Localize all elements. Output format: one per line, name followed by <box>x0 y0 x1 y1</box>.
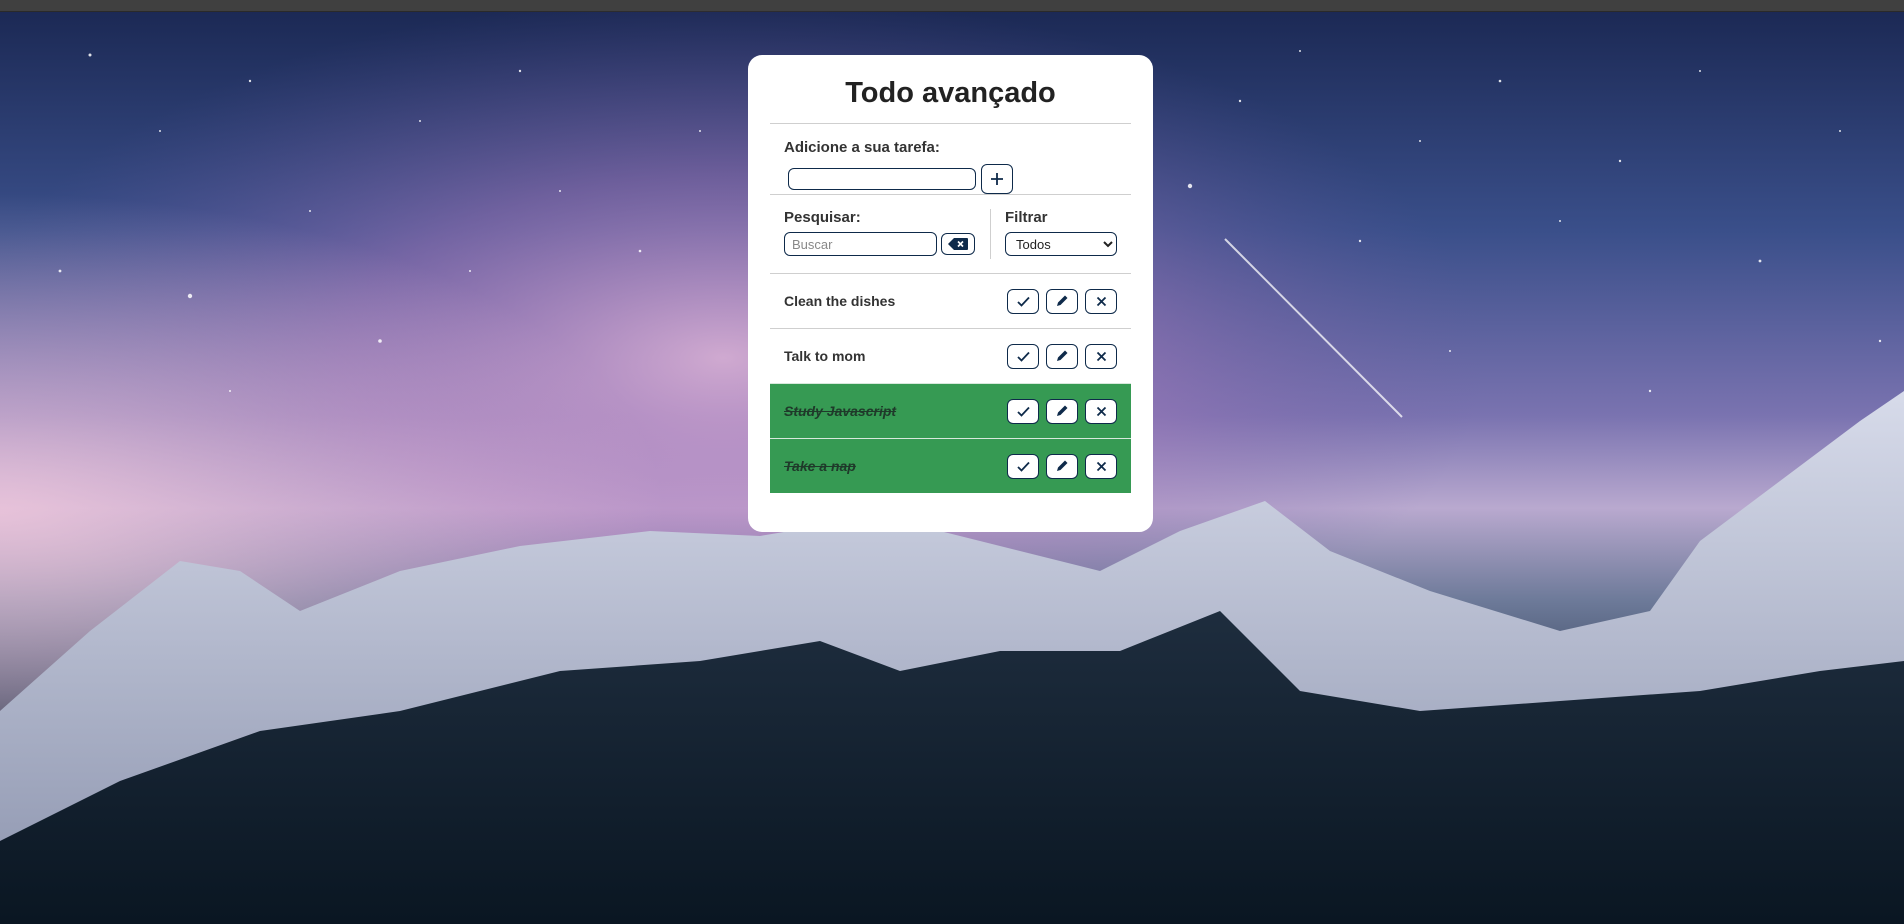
add-task-button[interactable] <box>981 164 1013 194</box>
todo-actions <box>1007 453 1117 479</box>
plus-icon <box>990 172 1004 186</box>
remove-todo-button[interactable] <box>1085 343 1117 369</box>
check-icon <box>1016 406 1030 417</box>
todo-list: Clean the dishes Talk to mom Study Javas… <box>770 273 1131 493</box>
todo-title: Talk to mom <box>784 348 866 364</box>
todo-title: Clean the dishes <box>784 293 896 309</box>
search-input[interactable] <box>784 232 937 256</box>
page: Todo avançado Adicione a sua tarefa: Pes… <box>0 0 1904 924</box>
todo-actions <box>1007 398 1117 424</box>
todo-actions <box>1007 343 1117 369</box>
finish-todo-button[interactable] <box>1007 343 1039 369</box>
edit-todo-button[interactable] <box>1046 398 1078 424</box>
todo-item-done: Study Javascript <box>770 383 1131 438</box>
edit-todo-button[interactable] <box>1046 288 1078 314</box>
add-task-row <box>784 164 1117 194</box>
add-task-label: Adicione a sua tarefa: <box>784 139 940 156</box>
search-label: Pesquisar: <box>784 209 861 226</box>
filter-label: Filtrar <box>1005 209 1048 226</box>
filter-section: Filtrar Todos <box>991 209 1117 273</box>
close-icon <box>1096 351 1107 362</box>
check-icon <box>1016 461 1030 472</box>
search-section: Pesquisar: <box>784 209 991 259</box>
remove-todo-button[interactable] <box>1085 288 1117 314</box>
todo-actions <box>1007 288 1117 314</box>
check-icon <box>1016 351 1030 362</box>
edit-todo-button[interactable] <box>1046 343 1078 369</box>
todo-title: Take a nap <box>784 458 856 474</box>
add-task-form: Adicione a sua tarefa: <box>770 124 1131 194</box>
clear-search-button[interactable] <box>941 233 975 255</box>
pen-icon <box>1055 404 1069 418</box>
pen-icon <box>1055 459 1069 473</box>
todo-item-done: Take a nap <box>770 438 1131 493</box>
app-title: Todo avançado <box>845 77 1056 109</box>
remove-todo-button[interactable] <box>1085 453 1117 479</box>
edit-todo-button[interactable] <box>1046 453 1078 479</box>
todo-card: Todo avançado Adicione a sua tarefa: Pes… <box>748 55 1153 532</box>
close-icon <box>1096 461 1107 472</box>
pen-icon <box>1055 349 1069 363</box>
search-row <box>784 232 990 256</box>
close-icon <box>1096 406 1107 417</box>
todo-title: Study Javascript <box>784 403 897 419</box>
filter-select[interactable]: Todos <box>1005 232 1117 256</box>
remove-todo-button[interactable] <box>1085 398 1117 424</box>
check-icon <box>1016 296 1030 307</box>
add-task-input[interactable] <box>788 168 976 190</box>
finish-todo-button[interactable] <box>1007 398 1039 424</box>
todo-item: Talk to mom <box>770 328 1131 383</box>
todo-item: Clean the dishes <box>770 273 1131 328</box>
finish-todo-button[interactable] <box>1007 453 1039 479</box>
pen-icon <box>1055 294 1069 308</box>
finish-todo-button[interactable] <box>1007 288 1039 314</box>
toolbar: Pesquisar: Filtrar <box>770 195 1131 273</box>
close-icon <box>1096 296 1107 307</box>
backspace-icon <box>948 238 968 250</box>
